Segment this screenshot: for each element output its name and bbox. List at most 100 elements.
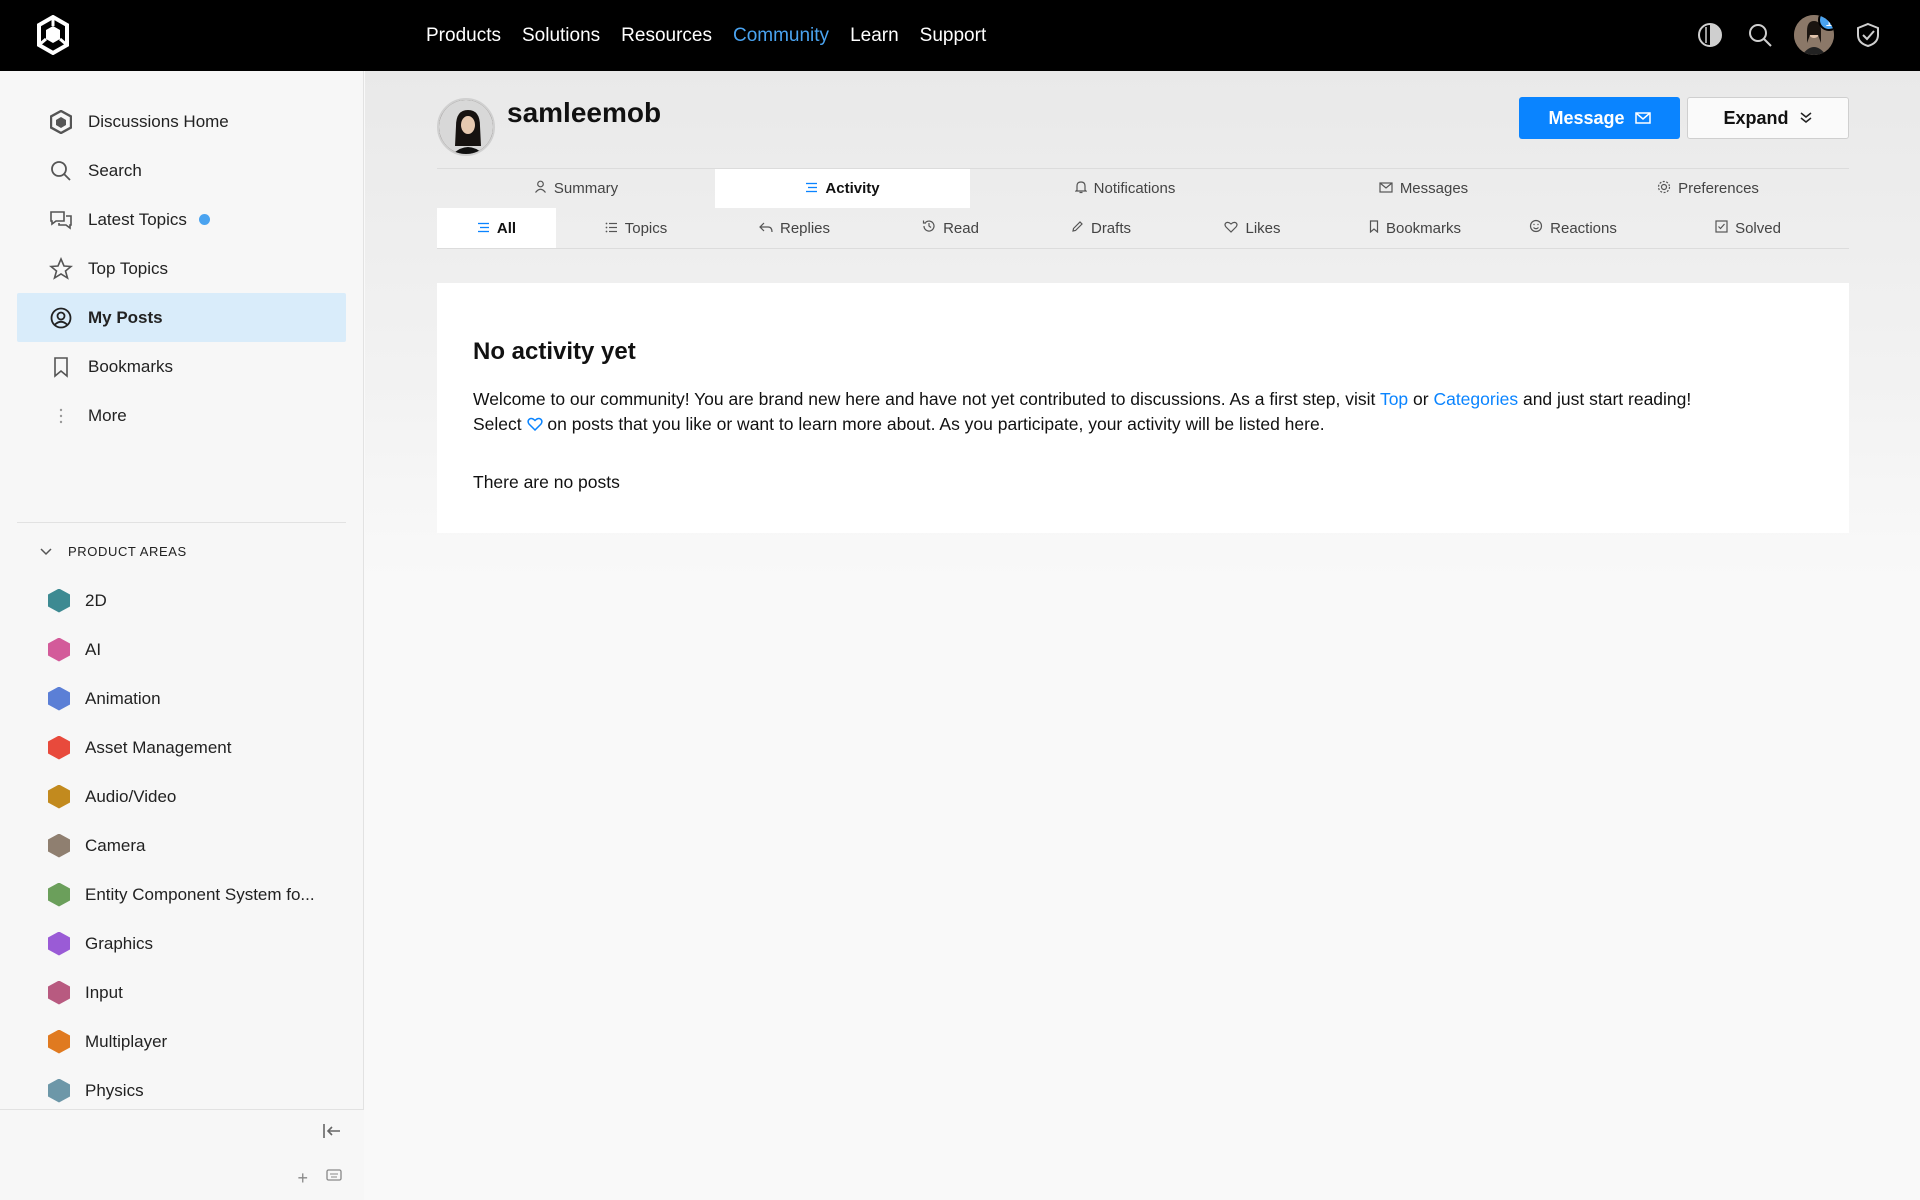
category-item-audio-video[interactable]: Audio/Video xyxy=(48,772,348,821)
shield-check-icon[interactable] xyxy=(1852,19,1884,51)
message-text: Select xyxy=(473,414,527,434)
empty-state-message: Welcome to our community! You are brand … xyxy=(473,387,1843,437)
top-link[interactable]: Top xyxy=(1380,389,1408,409)
tab-messages[interactable]: Messages xyxy=(1280,169,1567,208)
category-hex-icon xyxy=(48,686,70,711)
check-square-icon xyxy=(1715,219,1728,237)
empty-state-title: No activity yet xyxy=(473,338,636,365)
category-item-physics[interactable]: Physics xyxy=(48,1066,348,1115)
tab-label: Summary xyxy=(553,180,619,197)
tab-label: Drafts xyxy=(1090,219,1131,237)
theme-toggle-icon[interactable] xyxy=(1694,19,1726,51)
category-item-ai[interactable]: AI xyxy=(48,625,348,674)
sidebar-item-bookmarks[interactable]: Bookmarks xyxy=(17,342,346,391)
category-label: Multiplayer xyxy=(85,1031,168,1051)
activity-tab-topics[interactable]: Topics xyxy=(556,208,716,248)
plus-icon[interactable]: + xyxy=(297,1168,308,1189)
message-text: or xyxy=(1408,389,1434,409)
message-button[interactable]: Message xyxy=(1519,97,1680,139)
tab-label: Replies xyxy=(779,219,831,237)
tab-label: Solved xyxy=(1735,219,1781,237)
category-hex-icon xyxy=(48,1029,70,1054)
chat-bubbles-icon xyxy=(48,207,74,233)
category-item-multiplayer[interactable]: Multiplayer xyxy=(48,1017,348,1066)
tab-notifications[interactable]: Notifications xyxy=(970,169,1280,208)
pencil-icon xyxy=(1071,220,1084,237)
tab-summary[interactable]: Summary xyxy=(437,169,715,208)
tab-label: Activity xyxy=(825,180,880,197)
profile-avatar[interactable] xyxy=(437,98,495,156)
no-posts-text: There are no posts xyxy=(473,472,620,492)
category-hex-icon xyxy=(48,784,70,809)
activity-tab-bookmarks[interactable]: Bookmarks xyxy=(1331,208,1499,248)
search-icon xyxy=(48,158,74,184)
activity-tab-drafts[interactable]: Drafts xyxy=(1028,208,1174,248)
profile-username: samleemob xyxy=(507,97,662,128)
nav-support[interactable]: Support xyxy=(920,25,987,47)
sidebar-item-top-topics[interactable]: Top Topics xyxy=(17,244,346,293)
collapse-sidebar-icon[interactable] xyxy=(322,1122,342,1145)
categories-link[interactable]: Categories xyxy=(1433,389,1518,409)
activity-tab-likes[interactable]: Likes xyxy=(1174,208,1331,248)
sidebar-item-search[interactable]: Search xyxy=(17,146,346,195)
tab-activity[interactable]: Activity xyxy=(715,169,970,208)
tab-label: Topics xyxy=(624,219,668,237)
category-hex-icon xyxy=(48,882,70,907)
category-label: Audio/Video xyxy=(85,786,177,806)
lines-icon xyxy=(805,180,818,197)
chevron-double-down-icon xyxy=(1799,108,1813,129)
activity-tab-read[interactable]: Read xyxy=(873,208,1028,248)
category-item-animation[interactable]: Animation xyxy=(48,674,348,723)
bookmark-icon xyxy=(48,354,74,380)
category-item-asset-management[interactable]: Asset Management xyxy=(48,723,348,772)
chevron-down-icon xyxy=(40,544,52,559)
category-item-graphics[interactable]: Graphics xyxy=(48,919,348,968)
category-item-camera[interactable]: Camera xyxy=(48,821,348,870)
sidebar-item-label: My Posts xyxy=(88,307,163,327)
user-avatar-button[interactable]: 1 xyxy=(1794,15,1834,55)
history-icon xyxy=(922,219,936,237)
sidebar-item-discussions-home[interactable]: Discussions Home xyxy=(17,97,346,146)
category-item-input[interactable]: Input xyxy=(48,968,348,1017)
nav-resources[interactable]: Resources xyxy=(621,25,712,47)
lines-icon xyxy=(477,220,490,237)
section-toggle-product-areas[interactable]: PRODUCT AREAS xyxy=(40,539,187,563)
message-text: on posts that you like or want to learn … xyxy=(542,414,1325,434)
sidebar-item-latest-topics[interactable]: Latest Topics xyxy=(17,195,346,244)
sidebar: Discussions Home Search Latest Topics To… xyxy=(0,71,364,1200)
sidebar-item-more[interactable]: More xyxy=(17,391,346,440)
nav-products[interactable]: Products xyxy=(426,25,501,47)
activity-tab-all[interactable]: All xyxy=(437,208,556,248)
nav-solutions[interactable]: Solutions xyxy=(522,25,600,47)
message-text: and just start reading! xyxy=(1518,389,1692,409)
sidebar-item-label: Latest Topics xyxy=(88,209,187,229)
search-icon[interactable] xyxy=(1744,19,1776,51)
category-label: Graphics xyxy=(85,933,154,953)
activity-tab-reactions[interactable]: Reactions xyxy=(1499,208,1647,248)
category-label: Animation xyxy=(85,688,161,708)
user-icon xyxy=(534,180,547,197)
list-icon xyxy=(605,220,618,237)
activity-tab-solved[interactable]: Solved xyxy=(1647,208,1849,248)
message-button-label: Message xyxy=(1548,107,1625,128)
activity-tab-replies[interactable]: Replies xyxy=(716,208,873,248)
sidebar-item-label: Top Topics xyxy=(88,258,169,278)
sidebar-item-my-posts[interactable]: My Posts xyxy=(17,293,346,342)
sidebar-nav: Discussions Home Search Latest Topics To… xyxy=(17,97,346,440)
category-item-2d[interactable]: 2D xyxy=(48,576,348,625)
main-nav: Products Solutions Resources Community L… xyxy=(426,0,986,71)
category-item-entity-component-system-fo[interactable]: Entity Component System fo... xyxy=(48,870,348,919)
top-actions: 1 xyxy=(1694,14,1884,56)
main-content: samleemob Message Expand Summary Activity… xyxy=(365,71,1920,1200)
keyboard-icon[interactable] xyxy=(326,1168,342,1186)
unity-logo-icon[interactable] xyxy=(36,14,70,56)
tab-preferences[interactable]: Preferences xyxy=(1567,169,1849,208)
category-hex-icon xyxy=(48,980,70,1005)
sidebar-item-label: Bookmarks xyxy=(88,356,174,376)
tab-label: Read xyxy=(943,219,979,237)
category-list: 2D AI Animation Asset Management Audio/Video… xyxy=(48,576,348,1181)
nav-learn[interactable]: Learn xyxy=(850,25,899,47)
expand-button[interactable]: Expand xyxy=(1687,97,1849,139)
star-icon xyxy=(48,256,74,282)
nav-community[interactable]: Community xyxy=(733,25,829,47)
